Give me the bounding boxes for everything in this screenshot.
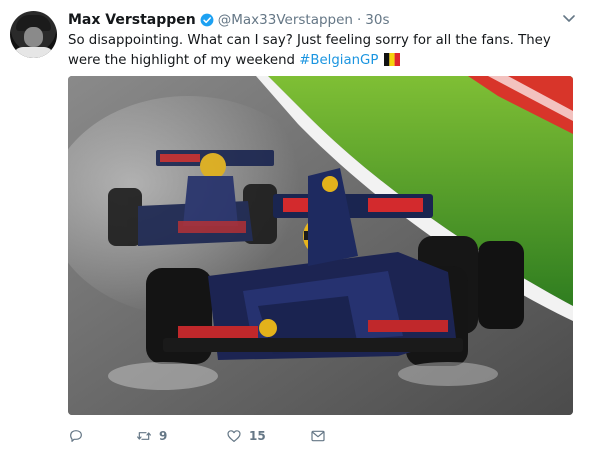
tweet-header: Max Verstappen @Max33Verstappen · 30s <box>68 10 389 30</box>
reply-button[interactable] <box>68 428 91 444</box>
heart-icon <box>227 430 241 442</box>
author-name[interactable]: Max Verstappen <box>68 12 196 28</box>
tweet-photo[interactable] <box>68 76 573 415</box>
direct-message-button[interactable] <box>310 428 326 444</box>
avatar-shirt <box>13 47 54 58</box>
like-button[interactable]: 15 <box>226 428 266 444</box>
retweet-button[interactable]: 9 <box>136 428 167 444</box>
verified-badge-icon <box>200 13 214 27</box>
header-separator: · <box>356 12 362 28</box>
belgium-flag-icon <box>384 53 401 66</box>
race-car-photo <box>68 76 573 415</box>
envelope-icon <box>311 430 325 442</box>
tweet-card[interactable]: Max Verstappen @Max33Verstappen · 30s So… <box>0 0 599 457</box>
tweet-text: So disappointing. What can I say? Just f… <box>68 31 583 71</box>
reply-icon <box>70 430 82 442</box>
retweet-icon <box>137 432 151 440</box>
tweet-timestamp[interactable]: 30s <box>365 12 389 28</box>
author-handle[interactable]: @Max33Verstappen <box>218 12 353 28</box>
retweet-count: 9 <box>159 429 168 443</box>
like-count: 15 <box>249 429 266 443</box>
avatar[interactable] <box>10 11 57 58</box>
hashtag-link[interactable]: #BelgianGP <box>299 53 378 68</box>
avatar-face <box>24 27 43 47</box>
chevron-down-icon[interactable] <box>563 14 575 24</box>
